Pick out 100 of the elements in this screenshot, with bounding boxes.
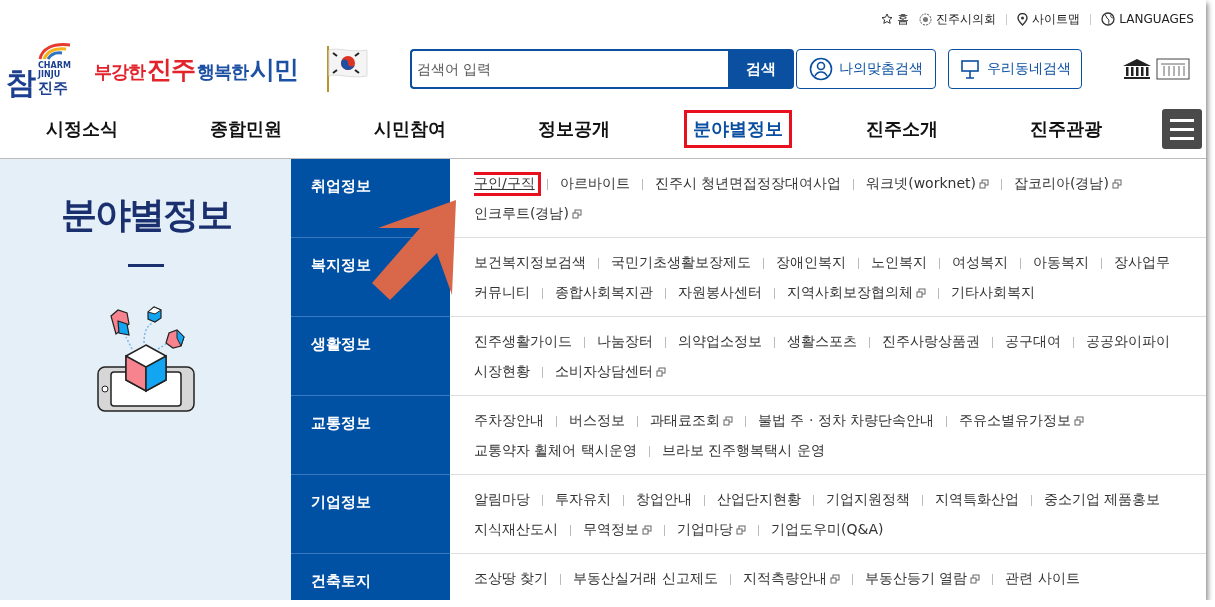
category-link[interactable]: 인크루트(경남) <box>474 202 588 226</box>
emblem-icon <box>919 12 933 26</box>
external-link-icon <box>829 574 840 584</box>
category-title: 기업정보 <box>291 475 450 554</box>
logo-mark: 참 <box>6 67 36 98</box>
category-link[interactable]: 지식재산도시 <box>474 518 564 542</box>
section-title: 분야별정보 <box>60 193 231 237</box>
location-pin-icon <box>1017 12 1029 26</box>
category-link[interactable]: 지적측량안내 <box>736 567 846 591</box>
external-link-icon <box>916 288 926 298</box>
category-link[interactable]: 진주생활가이드 <box>474 330 578 354</box>
utility-link[interactable]: 홈 <box>881 10 910 28</box>
nav-menu-item[interactable]: 진주관광 <box>1021 110 1111 148</box>
category-link[interactable]: 과태료조회 <box>644 409 739 433</box>
category-title: 건축토지 <box>291 554 450 600</box>
category-link[interactable]: 부동산실거래 신고제도 <box>567 567 724 591</box>
external-link-icon <box>978 179 989 189</box>
category-link[interactable]: 조상땅 찾기 <box>474 567 555 591</box>
search-field[interactable]: 검색어 입력 <box>410 49 728 89</box>
nav-menu-item[interactable]: 분야별정보 <box>684 110 792 148</box>
external-link-icon <box>970 574 981 584</box>
category-link[interactable]: 장사업무 <box>1108 251 1176 275</box>
category-link[interactable]: 나눔장터 <box>591 330 659 354</box>
category-link[interactable]: 시장현황 <box>474 360 536 384</box>
search-option-button[interactable]: 우리동네검색 <box>948 49 1082 89</box>
slogan-word: 시민 <box>250 53 298 86</box>
category-link[interactable]: 노인복지 <box>865 251 933 275</box>
slogan-word: 부강한 <box>94 59 145 84</box>
external-link-icon <box>571 209 582 219</box>
person-icon <box>809 57 833 81</box>
logo-text: CHARM <box>38 60 71 70</box>
slogan-word: 행복한 <box>197 59 248 84</box>
category-link[interactable]: 장애인복지 <box>770 251 852 275</box>
category-link[interactable]: 무역정보 <box>577 518 658 542</box>
logo-name: 진주 <box>38 78 68 98</box>
category-link[interactable]: 기업도우미(Q&A) <box>765 518 890 542</box>
category-link[interactable]: 지역사회보장협의체 <box>781 281 932 305</box>
category-link[interactable]: 창업안내 <box>630 488 698 512</box>
nav-menu-item[interactable]: 시정소식 <box>37 110 127 148</box>
category-link[interactable]: 관련 사이트 <box>999 567 1086 591</box>
external-link-icon <box>1111 179 1122 189</box>
nav-menu-item[interactable]: 시민참여 <box>365 110 455 148</box>
external-link-icon <box>723 416 733 426</box>
category-link[interactable]: 여성복지 <box>946 251 1014 275</box>
category-title: 교통정보 <box>291 396 450 475</box>
category-link[interactable]: 종합사회복지관 <box>549 281 659 305</box>
utility-link[interactable]: LANGUAGES <box>1101 12 1194 26</box>
category-link[interactable]: 기타사회복지 <box>945 281 1041 305</box>
category-link[interactable]: 산업단지현황 <box>711 488 807 512</box>
category-link[interactable]: 자원봉사센터 <box>672 281 768 305</box>
category-title: 생활정보 <box>291 317 450 396</box>
utility-link[interactable]: 진주시의회 <box>919 10 997 28</box>
category-link[interactable]: 의약업소정보 <box>672 330 768 354</box>
star-icon <box>881 13 894 25</box>
nav-menu-item[interactable]: 정보공개 <box>529 110 619 148</box>
category-link[interactable]: 국민기초생활보장제도 <box>605 251 757 275</box>
category-link[interactable]: 버스정보 <box>563 409 631 433</box>
category-link[interactable]: 교통약자 휠체어 택시운영 <box>474 439 643 463</box>
logo-text: JINJU <box>38 69 61 79</box>
search-button[interactable]: 검색 <box>728 49 794 89</box>
external-link-icon <box>656 367 666 377</box>
category-link[interactable]: 중소기업 제품홍보 <box>1038 488 1167 512</box>
category-link[interactable]: 브라보 진주행복택시 운영 <box>655 439 831 463</box>
logo-swoosh-icon <box>38 40 72 61</box>
unesco-temple-icon <box>1122 58 1152 80</box>
category-link[interactable]: 지역특화산업 <box>929 488 1025 512</box>
category-link[interactable]: 워크넷(worknet) <box>860 172 995 196</box>
category-link[interactable]: 알림마당 <box>474 488 536 512</box>
signboard-icon <box>959 58 981 80</box>
category-link[interactable]: 소비자상담센터 <box>549 360 672 384</box>
category-link[interactable]: 주유소별유가정보 <box>953 409 1091 433</box>
category-link[interactable]: 커뮤니티 <box>474 281 536 305</box>
category-link[interactable]: 부동산등기 열람 <box>858 567 987 591</box>
category-link[interactable]: 아르바이트 <box>553 172 636 196</box>
utility-link[interactable]: 사이트맵 <box>1017 10 1081 28</box>
flag-drawing <box>324 44 370 94</box>
creative-city-emblem-icon <box>1156 58 1190 80</box>
nav-menu-item[interactable]: 진주소개 <box>857 110 947 148</box>
category-link[interactable]: 보건복지정보검색 <box>474 251 592 275</box>
category-link[interactable]: 기업지원정책 <box>820 488 916 512</box>
category-link[interactable]: 아동복지 <box>1027 251 1095 275</box>
category-link[interactable]: 잡코리아(경남) <box>1007 172 1128 196</box>
external-link-icon <box>1074 416 1085 426</box>
category-link[interactable]: 투자유치 <box>549 488 617 512</box>
category-link[interactable]: 공공와이파이 <box>1080 330 1176 354</box>
menu-button[interactable] <box>1162 109 1202 149</box>
category-link[interactable]: 기업마당 <box>671 518 752 542</box>
slogan-word: 진주 <box>147 53 195 86</box>
nav-menu-item[interactable]: 종합민원 <box>201 110 291 148</box>
category-link[interactable]: 주차장안내 <box>474 409 550 433</box>
globe-icon <box>1101 12 1116 26</box>
category-link[interactable]: 진주사랑상품권 <box>876 330 986 354</box>
category-link[interactable]: 구인/구직 <box>474 172 541 196</box>
category-link[interactable]: 진주시 청년면접정장대여사업 <box>648 172 848 196</box>
category-link[interactable]: 생활스포츠 <box>781 330 863 354</box>
external-link-icon <box>736 525 746 535</box>
search-option-button[interactable]: 나의맞춤검색 <box>796 49 936 89</box>
category-link[interactable]: 공구대여 <box>999 330 1067 354</box>
category-link[interactable]: 불법 주 · 정차 차량단속안내 <box>752 409 941 433</box>
external-link-icon <box>642 525 652 535</box>
